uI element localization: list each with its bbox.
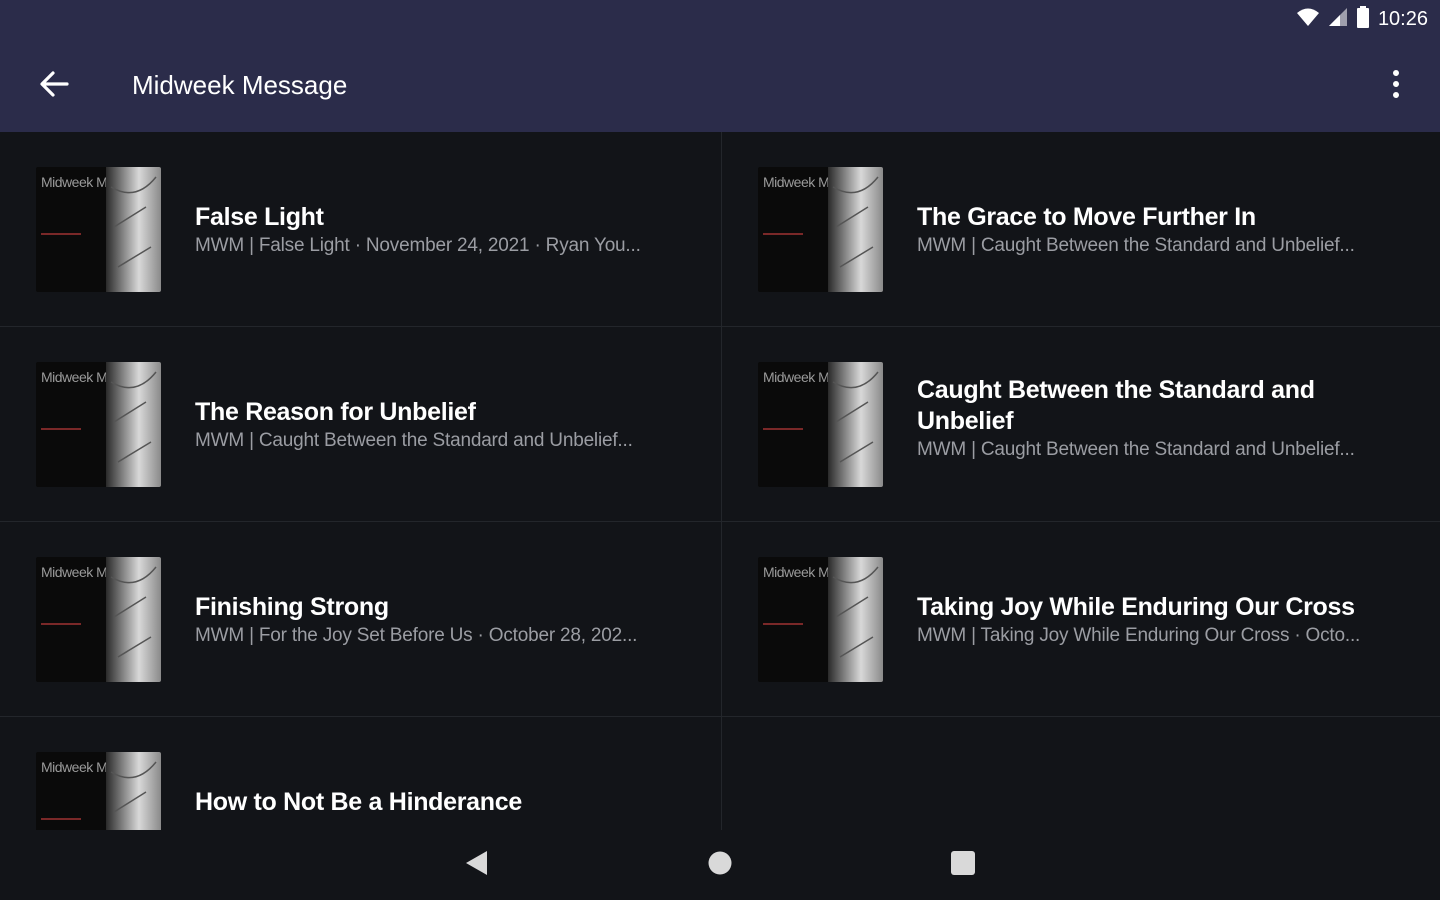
nav-home-circle-icon bbox=[707, 850, 733, 881]
episode-text: Caught Between the Standard and Unbelief… bbox=[917, 375, 1410, 461]
thumbnail-accent-line bbox=[41, 818, 81, 820]
episode-text: How to Not Be a Hinderance bbox=[195, 787, 691, 820]
page-title: Midweek Message bbox=[132, 70, 348, 100]
episode-subtitle: MWM | Caught Between the Standard and Un… bbox=[917, 439, 1355, 460]
episode-subtitle: MWM | For the Joy Set Before Us · Octobe… bbox=[195, 625, 638, 646]
episode-item[interactable]: Midweek Message Taking Joy While Endurin… bbox=[722, 522, 1440, 717]
more-vert-icon bbox=[1392, 69, 1400, 104]
thumbnail-accent-line bbox=[763, 623, 803, 625]
thumbnail-artwork bbox=[828, 362, 883, 487]
episode-subtitle: MWM | Taking Joy While Enduring Our Cros… bbox=[917, 625, 1361, 646]
thumbnail-artwork bbox=[106, 557, 161, 682]
thumbnail-artwork bbox=[828, 557, 883, 682]
thumbnail-accent-line bbox=[41, 233, 81, 235]
episode-item[interactable]: Midweek Message The Reason for Unbelief … bbox=[0, 327, 721, 522]
thumbnail-accent-line bbox=[41, 623, 81, 625]
episode-thumbnail: Midweek Message bbox=[758, 362, 883, 487]
episode-thumbnail: Midweek Message bbox=[36, 167, 161, 292]
episode-item[interactable]: Midweek Message Finishing Strong MWM | F… bbox=[0, 522, 721, 717]
nav-back-triangle-icon bbox=[463, 849, 489, 882]
episode-text: False Light MWM | False Light · November… bbox=[195, 202, 691, 257]
episode-text: Taking Joy While Enduring Our Cross MWM … bbox=[917, 592, 1410, 647]
episode-title: Finishing Strong bbox=[195, 593, 389, 621]
arrow-back-icon bbox=[39, 70, 69, 102]
app-bar: Midweek Message bbox=[0, 40, 1440, 132]
episode-text: Finishing Strong MWM | For the Joy Set B… bbox=[195, 592, 691, 647]
thumbnail-artwork bbox=[106, 362, 161, 487]
episode-title: Taking Joy While Enduring Our Cross bbox=[917, 593, 1355, 621]
episode-item[interactable]: Midweek Message The Grace to Move Furthe… bbox=[722, 132, 1440, 327]
episode-thumbnail: Midweek Message bbox=[36, 557, 161, 682]
episode-text: The Grace to Move Further In MWM | Caugh… bbox=[917, 202, 1410, 257]
thumbnail-accent-line bbox=[763, 428, 803, 430]
nav-back-button[interactable] bbox=[456, 847, 496, 883]
status-time: 10:26 bbox=[1377, 8, 1428, 30]
thumbnail-accent-line bbox=[41, 428, 81, 430]
episode-title: Caught Between the Standard and Unbelief bbox=[917, 376, 1315, 435]
episode-subtitle: MWM | False Light · November 24, 2021 · … bbox=[195, 235, 641, 256]
thumbnail-accent-line bbox=[763, 233, 803, 235]
status-bar: 10:26 bbox=[0, 0, 1440, 40]
back-button[interactable] bbox=[24, 62, 84, 110]
episode-title: The Grace to Move Further In bbox=[917, 203, 1256, 231]
thumbnail-artwork bbox=[106, 167, 161, 292]
episode-thumbnail: Midweek Message bbox=[758, 167, 883, 292]
nav-recents-square-icon bbox=[950, 850, 976, 881]
nav-home-button[interactable] bbox=[700, 847, 740, 883]
more-options-button[interactable] bbox=[1378, 64, 1414, 108]
episode-grid: Midweek Message False Light MWM | False … bbox=[0, 132, 1440, 830]
episode-title: False Light bbox=[195, 203, 324, 231]
thumbnail-artwork bbox=[106, 752, 161, 830]
episode-thumbnail: Midweek Message bbox=[36, 752, 161, 830]
status-icons: 10:26 bbox=[1296, 6, 1428, 33]
thumbnail-artwork bbox=[828, 167, 883, 292]
episode-title: The Reason for Unbelief bbox=[195, 398, 476, 426]
wifi-icon bbox=[1296, 7, 1320, 32]
episode-subtitle: MWM | Caught Between the Standard and Un… bbox=[195, 430, 633, 451]
battery-icon bbox=[1356, 6, 1370, 33]
episode-title: How to Not Be a Hinderance bbox=[195, 788, 522, 816]
episode-thumbnail: Midweek Message bbox=[758, 557, 883, 682]
cellular-signal-icon bbox=[1328, 7, 1348, 32]
episode-text: The Reason for Unbelief MWM | Caught Bet… bbox=[195, 397, 691, 452]
episode-thumbnail: Midweek Message bbox=[36, 362, 161, 487]
episode-item[interactable]: Midweek Message Caught Between the Stand… bbox=[722, 327, 1440, 522]
nav-recents-button[interactable] bbox=[943, 847, 983, 883]
episode-item[interactable]: Midweek Message False Light MWM | False … bbox=[0, 132, 721, 327]
episode-subtitle: MWM | Caught Between the Standard and Un… bbox=[917, 235, 1355, 256]
episode-item[interactable]: Midweek Message How to Not Be a Hinderan… bbox=[0, 717, 721, 830]
system-nav-bar bbox=[0, 830, 1440, 900]
